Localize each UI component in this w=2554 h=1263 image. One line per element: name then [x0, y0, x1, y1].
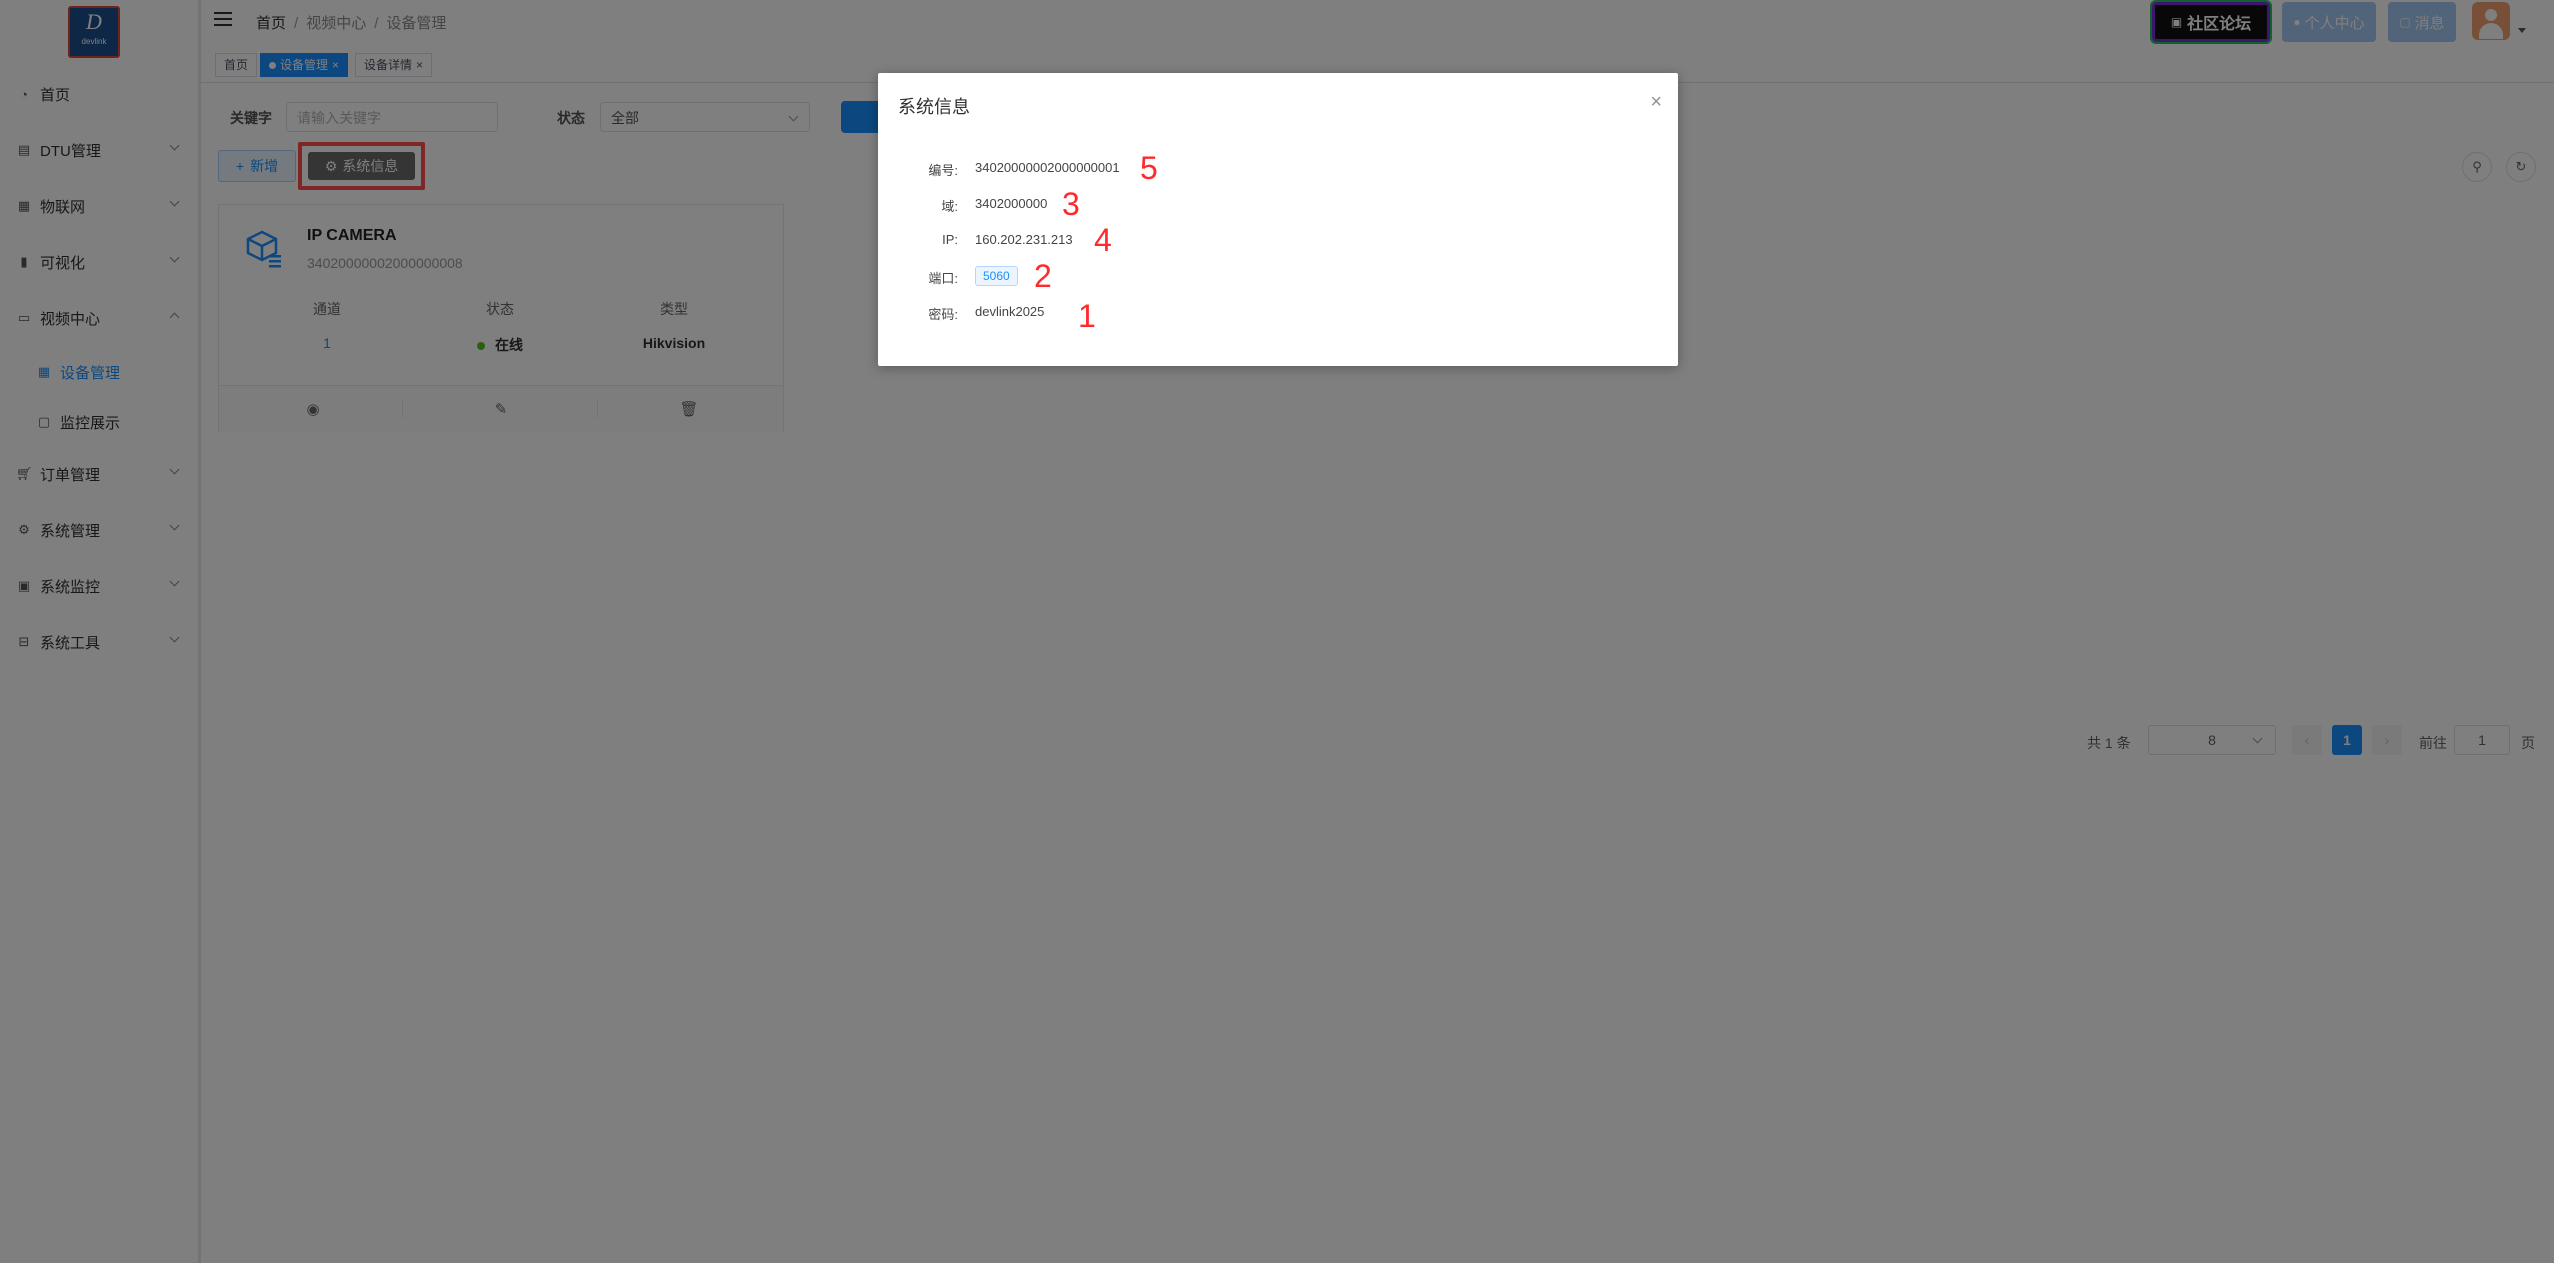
system-info-dialog: 系统信息 × 编号: 34020000002000000001 5 域: 340… [878, 73, 1678, 366]
close-icon[interactable]: × [1650, 91, 1662, 114]
sip-id-value: 34020000002000000001 [975, 160, 1120, 175]
sip-id-label: 编号: [928, 163, 958, 178]
ip-label: IP: [942, 232, 958, 247]
domain-label: 域: [941, 199, 958, 214]
annotation-4: 4 [1094, 222, 1112, 258]
domain-value: 3402000000 [975, 196, 1048, 211]
annotation-1: 1 [1078, 298, 1096, 334]
annotation-2: 2 [1034, 258, 1052, 294]
port-label: 端口: [928, 271, 958, 286]
annotation-3: 3 [1062, 186, 1080, 222]
annotation-5: 5 [1140, 150, 1158, 186]
port-tag: 5060 [975, 266, 1018, 286]
password-label: 密码: [928, 307, 958, 322]
ip-value: 160.202.231.213 [975, 232, 1073, 247]
dialog-title: 系统信息 [898, 97, 970, 117]
password-value: devlink2025 [975, 304, 1045, 319]
